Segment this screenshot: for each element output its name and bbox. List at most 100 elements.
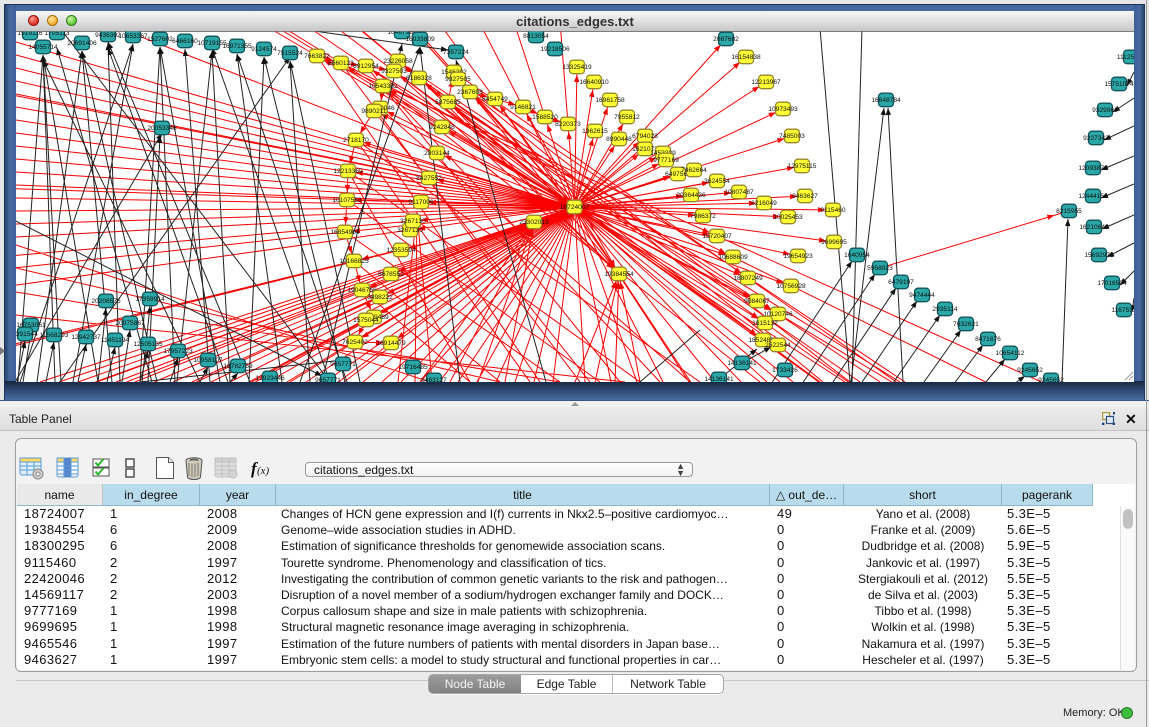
svg-text:16971355: 16971355 xyxy=(222,43,252,50)
svg-text:15720407: 15720407 xyxy=(702,233,732,240)
svg-text:15751074: 15751074 xyxy=(1104,81,1134,88)
svg-text:9117006: 9117006 xyxy=(408,199,434,206)
svg-text:7515524: 7515524 xyxy=(277,50,303,57)
svg-text:17957223: 17957223 xyxy=(163,348,193,355)
svg-text:20206576: 20206576 xyxy=(91,298,121,305)
svg-text:1705113: 1705113 xyxy=(44,30,70,37)
svg-text:1640954: 1640954 xyxy=(844,252,870,259)
svg-text:23302013: 23302013 xyxy=(519,219,549,226)
svg-text:3498222: 3498222 xyxy=(367,294,393,301)
svg-text:16782759: 16782759 xyxy=(223,363,253,370)
svg-text:14136141: 14136141 xyxy=(704,376,734,383)
svg-text:8678552: 8678552 xyxy=(378,271,404,278)
svg-text:20975867: 20975867 xyxy=(115,320,145,327)
svg-text:6794028: 6794028 xyxy=(632,133,658,140)
svg-text:16914479: 16914479 xyxy=(376,340,406,347)
svg-text:18724007: 18724007 xyxy=(560,204,590,211)
svg-text:2367608: 2367608 xyxy=(457,89,483,96)
svg-text:12213369: 12213369 xyxy=(333,168,363,175)
svg-text:16210643: 16210643 xyxy=(1079,224,1109,231)
svg-text:20691406: 20691406 xyxy=(67,40,97,47)
svg-text:1362615: 1362615 xyxy=(582,128,608,135)
svg-text:10807487: 10807487 xyxy=(724,189,754,196)
svg-text:19384554: 19384554 xyxy=(604,271,634,278)
svg-text:10973493: 10973493 xyxy=(768,106,798,113)
svg-text:19654923: 19654923 xyxy=(783,253,813,260)
svg-text:2087682: 2087682 xyxy=(713,36,739,43)
svg-text:2803144: 2803144 xyxy=(424,150,450,157)
svg-text:1919116: 1919116 xyxy=(17,30,43,37)
svg-text:9245652: 9245652 xyxy=(1038,377,1064,384)
svg-text:11451194: 11451194 xyxy=(101,337,130,344)
svg-text:10543382: 10543382 xyxy=(368,83,398,90)
svg-text:9242848: 9242848 xyxy=(429,124,455,131)
svg-text:8454749: 8454749 xyxy=(482,96,508,103)
svg-text:6479197: 6479197 xyxy=(888,279,914,286)
svg-text:9699695: 9699695 xyxy=(821,239,847,246)
svg-text:9657771: 9657771 xyxy=(315,377,341,384)
svg-text:12444151: 12444151 xyxy=(1078,193,1108,200)
svg-text:9463627: 9463627 xyxy=(792,193,818,200)
svg-text:9327505: 9327505 xyxy=(445,76,471,83)
svg-text:7632621: 7632621 xyxy=(953,321,979,328)
svg-text:10688609: 10688609 xyxy=(718,254,748,261)
svg-text:3267130: 3267130 xyxy=(400,218,426,225)
svg-text:1527602: 1527602 xyxy=(147,36,173,43)
svg-text:12975115: 12975115 xyxy=(788,163,817,170)
svg-text:20364436: 20364436 xyxy=(676,192,706,199)
svg-text:8186328: 8186328 xyxy=(406,75,432,82)
svg-text:12093872: 12093872 xyxy=(1078,165,1108,172)
svg-text:19166825: 19166825 xyxy=(339,258,369,265)
svg-text:12213967: 12213967 xyxy=(751,79,781,86)
svg-text:12942737: 12942737 xyxy=(71,334,101,341)
svg-text:9115460: 9115460 xyxy=(820,207,846,214)
svg-text:2935114: 2935114 xyxy=(932,306,958,313)
svg-text:(x): (x) xyxy=(257,465,270,477)
svg-text:19218506: 19218506 xyxy=(540,46,570,53)
svg-text:17016504: 17016504 xyxy=(1097,280,1127,287)
svg-text:7663822: 7663822 xyxy=(304,53,330,60)
svg-text:7462664: 7462664 xyxy=(681,167,707,174)
svg-text:9890211: 9890211 xyxy=(361,108,387,115)
svg-text:6466160: 6466160 xyxy=(172,38,198,45)
svg-text:16648784: 16648784 xyxy=(871,97,901,104)
svg-text:9329966: 9329966 xyxy=(1092,107,1118,114)
svg-text:12353594: 12353594 xyxy=(386,247,416,254)
svg-text:16033809: 16033809 xyxy=(405,36,435,43)
svg-text:16961758: 16961758 xyxy=(595,97,625,104)
svg-text:9327503: 9327503 xyxy=(381,68,407,75)
svg-text:8471676: 8471676 xyxy=(975,336,1001,343)
svg-text:1615132: 1615132 xyxy=(752,320,778,327)
svg-text:10107553: 10107553 xyxy=(332,197,362,204)
svg-text:8427552: 8427552 xyxy=(416,175,442,182)
svg-text:9474444: 9474444 xyxy=(909,292,935,299)
svg-text:9084067: 9084067 xyxy=(744,298,770,305)
svg-text:7986372: 7986372 xyxy=(690,213,716,220)
svg-text:10958107: 10958107 xyxy=(193,357,223,364)
svg-text:7485003: 7485003 xyxy=(779,133,805,140)
svg-text:7357224: 7357224 xyxy=(443,49,469,56)
svg-text:11125419: 11125419 xyxy=(1117,54,1146,61)
svg-text:9227342: 9227342 xyxy=(1083,135,1109,142)
svg-text:1733426: 1733426 xyxy=(772,367,798,374)
svg-text:20053346: 20053346 xyxy=(147,125,177,132)
svg-text:2718170: 2718170 xyxy=(343,137,369,144)
svg-text:9777169: 9777169 xyxy=(653,157,679,164)
svg-text:2522544: 2522544 xyxy=(765,342,791,349)
svg-text:10025453: 10025453 xyxy=(773,214,803,221)
svg-text:18807249: 18807249 xyxy=(733,275,763,282)
svg-text:16154838: 16154838 xyxy=(731,54,761,61)
svg-text:8912954: 8912954 xyxy=(353,63,379,70)
svg-text:1167533: 1167533 xyxy=(1111,307,1137,314)
svg-text:9124574: 9124574 xyxy=(251,46,277,53)
svg-text:12923446: 12923446 xyxy=(255,375,285,382)
svg-text:9436302: 9436302 xyxy=(95,32,121,39)
svg-text:7955812: 7955812 xyxy=(614,114,640,121)
svg-text:14136141: 14136141 xyxy=(727,360,757,367)
svg-text:8391544: 8391544 xyxy=(12,331,38,338)
svg-text:14055714: 14055714 xyxy=(28,44,58,51)
svg-text:8463127: 8463127 xyxy=(421,377,447,384)
svg-text:9146821: 9146821 xyxy=(510,104,536,111)
svg-text:10756928: 10756928 xyxy=(776,283,806,290)
svg-text:10653267: 10653267 xyxy=(118,33,148,40)
